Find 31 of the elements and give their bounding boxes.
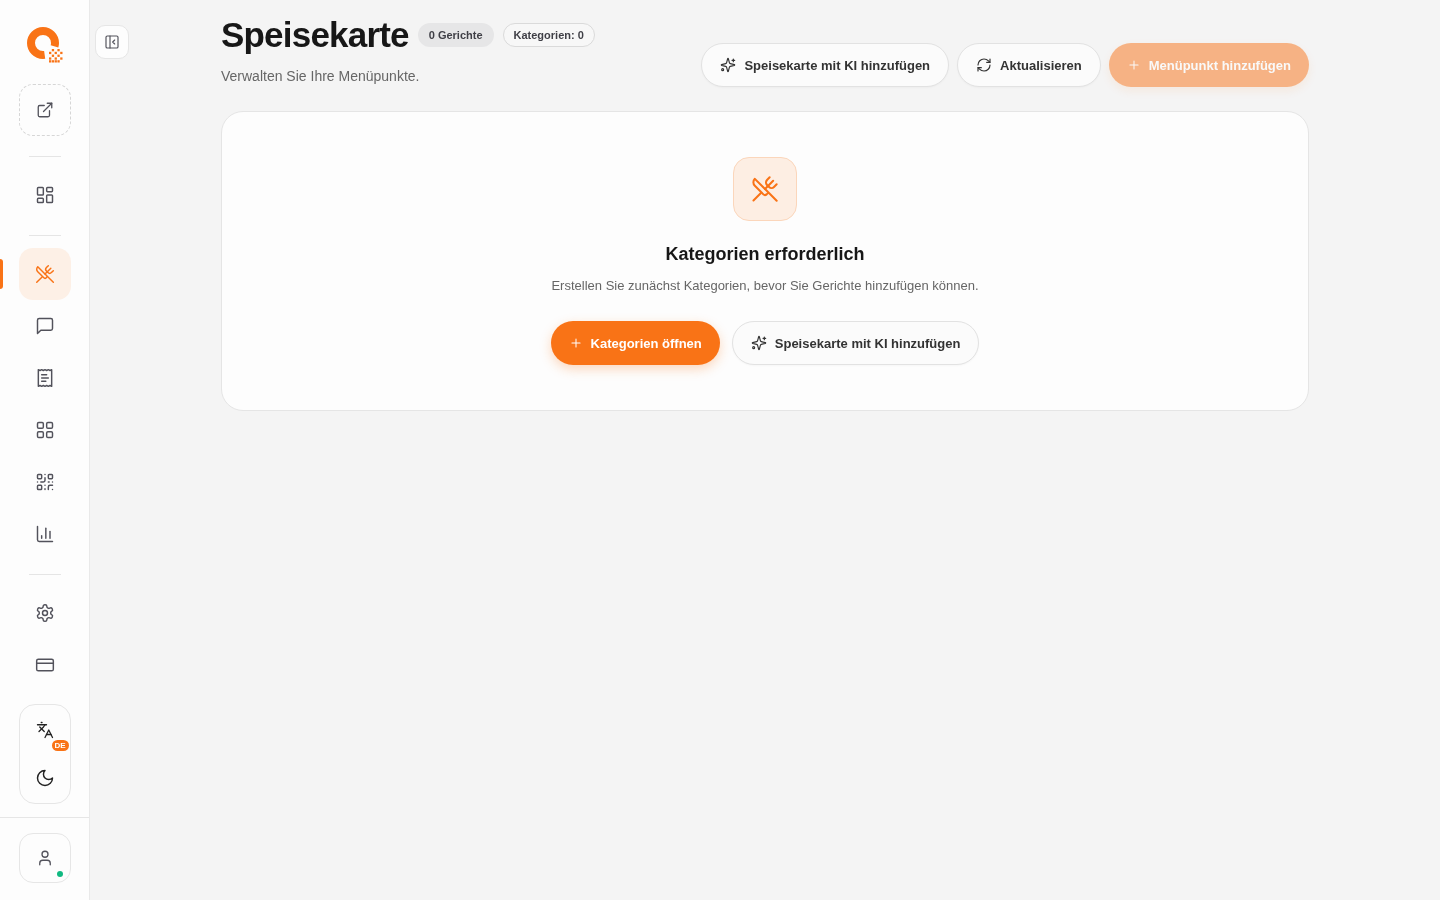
external-link-icon <box>35 101 54 119</box>
active-indicator <box>0 259 3 289</box>
settings-icon <box>34 603 55 623</box>
logo <box>26 27 63 63</box>
page-subtitle: Verwalten Sie Ihre Menüpunkte. <box>221 68 421 85</box>
ai-import-button[interactable]: Speisekarte mit KI hinzufügen <box>701 43 950 87</box>
empty-state-title: Kategorien erforderlich <box>665 243 865 266</box>
plus-icon <box>568 336 583 350</box>
fork-knife-tile-icon <box>733 157 797 221</box>
ai-import-button[interactable]: Speisekarte mit KI hinzufügen <box>731 321 980 365</box>
page-title: Speisekarte <box>221 14 409 56</box>
credit-card-icon <box>34 655 55 675</box>
chat-bubble-icon <box>34 316 55 336</box>
refresh-icon <box>976 57 993 73</box>
sidebar-panel-icon <box>104 34 120 50</box>
sparkles-icon <box>720 57 737 73</box>
dashboard-icon <box>34 185 55 205</box>
collapse-sidebar-button[interactable] <box>95 25 129 59</box>
plus-icon <box>1126 58 1141 72</box>
moon-icon <box>34 768 55 788</box>
grid-icon <box>34 420 55 440</box>
sparkles-icon <box>750 335 767 351</box>
empty-state-message: Erstellen Sie zunächst Kategorien, bevor Sie Gerichte hinzufügen können. <box>551 277 979 295</box>
qr-code-icon <box>34 472 55 492</box>
fork-knife-icon <box>34 264 55 284</box>
refresh-button[interactable]: Aktualisieren <box>957 43 1101 87</box>
count-badge: 0 Gerichte <box>417 23 494 47</box>
translate-icon <box>35 721 54 739</box>
language-badge: DE <box>51 740 69 751</box>
bar-chart-icon <box>34 524 55 544</box>
count-badge: Kategorien: 0 <box>502 23 595 47</box>
